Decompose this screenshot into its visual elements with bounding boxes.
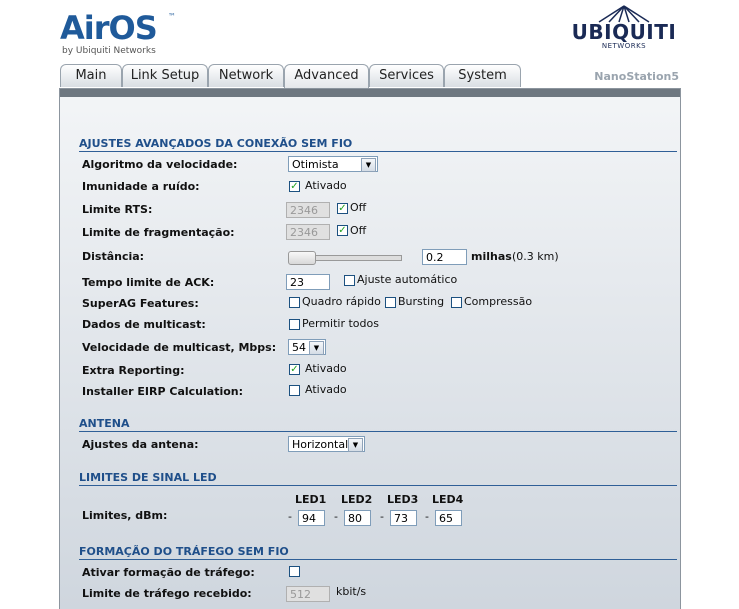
led2-header: LED2	[341, 493, 373, 506]
led1-header: LED1	[295, 493, 327, 506]
brand-name: UBIQUITI	[571, 20, 677, 44]
distance-slider-handle[interactable]	[288, 251, 316, 265]
tab-link-setup[interactable]: Link Setup	[122, 64, 208, 87]
antenna-setting-value: Horizontal	[292, 438, 349, 451]
antenna-setting-select[interactable]: Horizontal ▼	[288, 436, 365, 452]
tab-system[interactable]: System	[444, 64, 521, 87]
logo-subtitle: by Ubiquiti Networks	[62, 46, 156, 56]
shaping-enable-checkbox[interactable]	[289, 566, 300, 577]
superag-fastframe-text: Quadro rápido	[302, 295, 381, 308]
shaping-enable-label: Ativar formação de tráfego:	[82, 566, 255, 579]
eirp-text: Ativado	[305, 383, 347, 396]
superag-label: SuperAG Features:	[82, 297, 199, 310]
tab-services[interactable]: Services	[369, 64, 444, 87]
led4-dash: -	[425, 510, 429, 523]
led4-header: LED4	[432, 493, 464, 506]
chevron-down-icon: ▼	[309, 341, 324, 355]
eirp-label: Installer EIRP Calculation:	[82, 385, 244, 398]
distance-km: (0.3 km)	[512, 250, 559, 263]
led2-dash: -	[334, 510, 338, 523]
extra-reporting-label: Extra Reporting:	[82, 364, 185, 377]
led3-input[interactable]: 73	[390, 510, 417, 526]
led4-input[interactable]: 65	[435, 510, 462, 526]
brand-subtitle: NETWORKS	[601, 42, 647, 50]
frag-input[interactable]: 2346	[286, 224, 330, 240]
ack-label: Tempo limite de ACK:	[82, 276, 215, 289]
tab-advanced[interactable]: Advanced	[284, 64, 369, 88]
led1-input[interactable]: 94	[298, 510, 325, 526]
superag-bursting-text: Bursting	[398, 295, 445, 308]
airos-logo: AirOS ™ by Ubiquiti Networks	[60, 10, 200, 60]
content-panel: AJUSTES AVANÇADOS DA CONEXÃO SEM FIO Alg…	[59, 88, 681, 609]
trademark: ™	[168, 12, 176, 21]
section-led-title: LIMITES DE SINAL LED	[79, 471, 677, 486]
ingress-limit-unit: kbit/s	[336, 585, 367, 598]
section-antenna-title: ANTENA	[79, 417, 677, 432]
rts-label: Limite RTS:	[82, 203, 153, 216]
ubiquiti-logo: UBIQUITI NETWORKS	[569, 4, 679, 50]
superag-fastframe-checkbox[interactable]	[289, 297, 300, 308]
rts-off-text: Off	[350, 201, 367, 214]
led-limits-label: Limites, dBm:	[82, 509, 168, 522]
noise-immunity-label: Imunidade a ruído:	[82, 180, 200, 193]
panel-topbar	[60, 89, 680, 97]
ack-input[interactable]: 23	[286, 274, 330, 290]
multicast-text: Permitir todos	[302, 317, 379, 330]
rate-algorithm-label: Algoritmo da velocidade:	[82, 158, 238, 171]
superag-compression-text: Compressão	[464, 295, 533, 308]
chevron-down-icon: ▼	[361, 158, 376, 172]
led1-dash: -	[288, 510, 292, 523]
ack-auto-checkbox[interactable]	[344, 275, 355, 286]
ack-auto-text: Ajuste automático	[357, 273, 458, 286]
rts-off-checkbox[interactable]: ✓	[337, 203, 348, 214]
frag-off-text: Off	[350, 224, 367, 237]
device-name: NanoStation5	[594, 70, 679, 83]
rate-algorithm-select[interactable]: Otimista ▼	[288, 156, 378, 172]
frag-off-checkbox[interactable]: ✓	[337, 225, 348, 236]
chevron-down-icon: ▼	[348, 438, 363, 452]
tab-main[interactable]: Main	[60, 64, 122, 87]
section-wireless-title: AJUSTES AVANÇADOS DA CONEXÃO SEM FIO	[79, 137, 677, 152]
multicast-label: Dados de multicast:	[82, 318, 206, 331]
distance-unit: milhas	[471, 250, 512, 263]
led3-dash: -	[380, 510, 384, 523]
extra-reporting-checkbox[interactable]: ✓	[289, 364, 300, 375]
rate-algorithm-value: Otimista	[292, 158, 339, 171]
led3-header: LED3	[387, 493, 419, 506]
noise-immunity-checkbox[interactable]: ✓	[289, 181, 300, 192]
distance-label: Distância:	[82, 250, 145, 263]
superag-compression-checkbox[interactable]	[451, 297, 462, 308]
noise-immunity-text: Ativado	[305, 179, 347, 192]
frag-label: Limite de fragmentação:	[82, 226, 235, 239]
multicast-rate-select[interactable]: 54 ▼	[288, 339, 326, 355]
rts-input[interactable]: 2346	[286, 202, 330, 218]
ingress-limit-label: Limite de tráfego recebido:	[82, 587, 252, 600]
antenna-setting-label: Ajustes da antena:	[82, 438, 199, 451]
multicast-rate-label: Velocidade de multicast, Mbps:	[82, 341, 277, 354]
distance-input[interactable]: 0.2	[422, 249, 467, 265]
multicast-checkbox[interactable]	[289, 319, 300, 330]
superag-bursting-checkbox[interactable]	[385, 297, 396, 308]
extra-reporting-text: Ativado	[305, 362, 347, 375]
logo-text: AirOS	[60, 9, 158, 47]
led2-input[interactable]: 80	[344, 510, 371, 526]
tab-network[interactable]: Network	[208, 64, 284, 87]
eirp-checkbox[interactable]	[289, 385, 300, 396]
multicast-rate-value: 54	[292, 341, 306, 354]
section-shaping-title: FORMAÇÃO DO TRÁFEGO SEM FIO	[79, 545, 677, 560]
